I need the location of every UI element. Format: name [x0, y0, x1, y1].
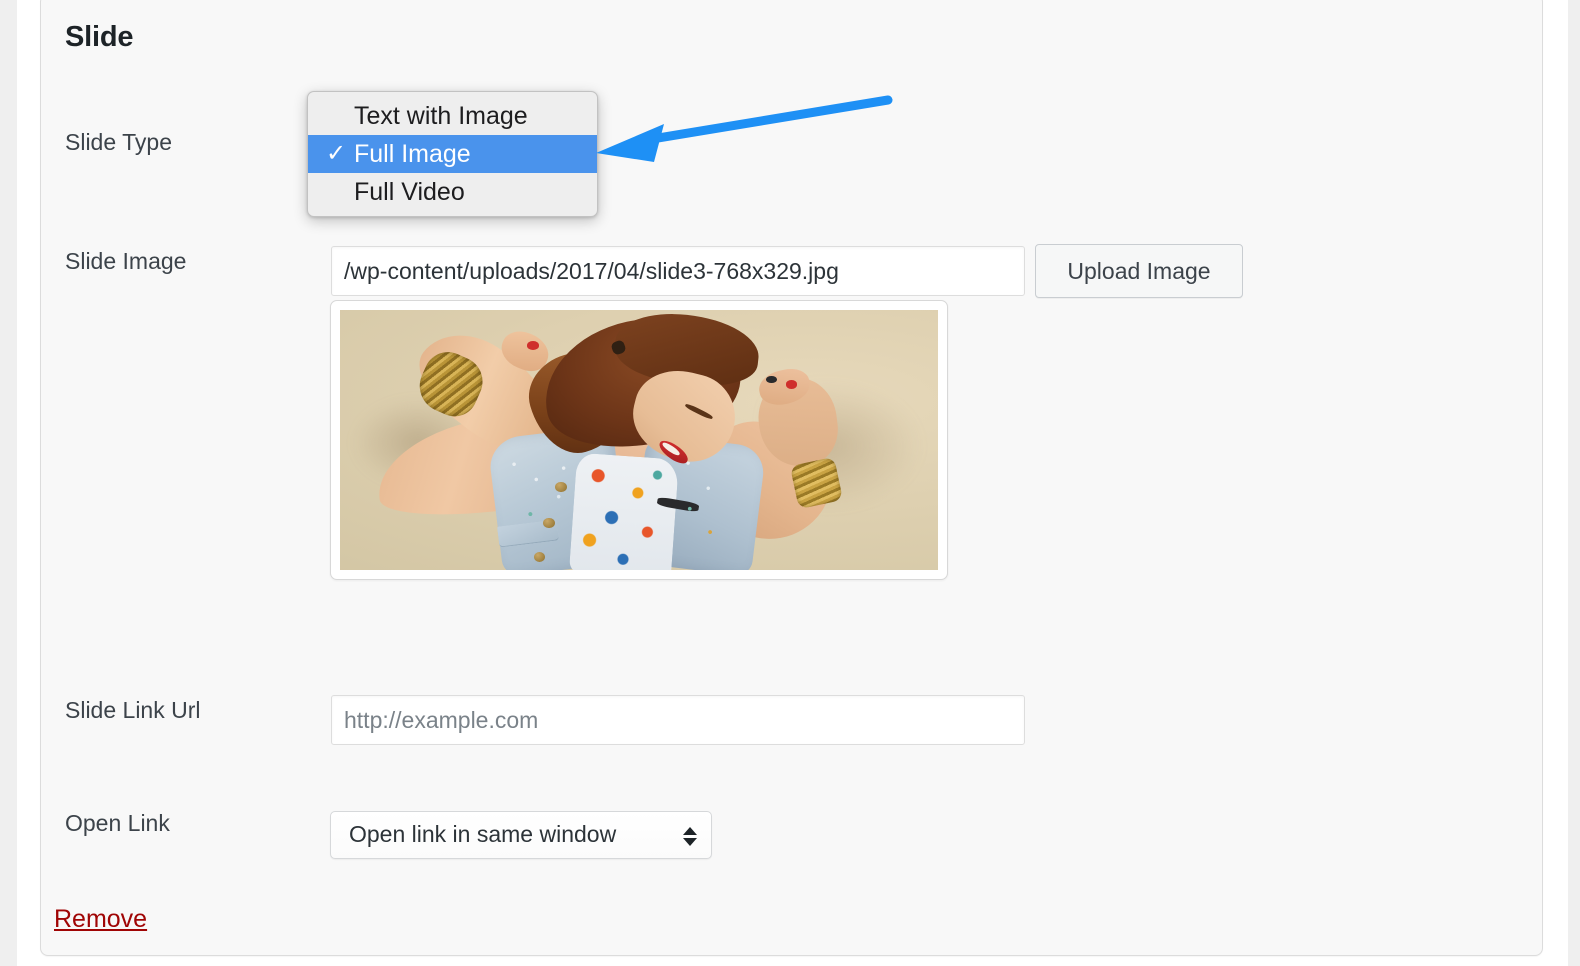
open-link-label: Open Link: [65, 810, 170, 836]
slide-image-thumbnail: [340, 310, 938, 570]
slide-image-label: Slide Image: [65, 248, 187, 274]
slide-type-dropdown-menu[interactable]: Text with Image ✓ Full Image Full Video: [307, 91, 598, 217]
open-link-select[interactable]: Open link in same window: [330, 811, 712, 859]
open-link-selected-value: Open link in same window: [349, 821, 617, 847]
slide-link-url-label: Slide Link Url: [65, 697, 201, 723]
slide-link-url-input[interactable]: [331, 695, 1025, 745]
page-root: Slide Slide Type Slide Image Upload Imag…: [0, 0, 1580, 966]
slide-image-input[interactable]: [331, 246, 1025, 296]
slide-image-preview-frame[interactable]: [330, 300, 948, 580]
dropdown-option-text-with-image[interactable]: Text with Image: [308, 97, 597, 135]
left-gutter: [0, 0, 17, 966]
dropdown-option-label: Full Video: [354, 178, 465, 206]
select-stepper-icon: [683, 822, 697, 850]
remove-slide-link[interactable]: Remove: [54, 905, 147, 934]
checkmark-icon: ✓: [326, 140, 347, 167]
dropdown-option-full-video[interactable]: Full Video: [308, 173, 597, 211]
slide-metabox: Slide Slide Type Slide Image Upload Imag…: [40, 0, 1543, 956]
page-title: Slide: [65, 21, 134, 53]
right-gutter: [1568, 0, 1580, 966]
dropdown-option-full-image[interactable]: ✓ Full Image: [308, 135, 597, 173]
dropdown-option-label: Text with Image: [354, 102, 528, 130]
dropdown-option-label: Full Image: [354, 140, 471, 168]
upload-image-button[interactable]: Upload Image: [1035, 244, 1243, 298]
slide-type-label: Slide Type: [65, 129, 172, 155]
